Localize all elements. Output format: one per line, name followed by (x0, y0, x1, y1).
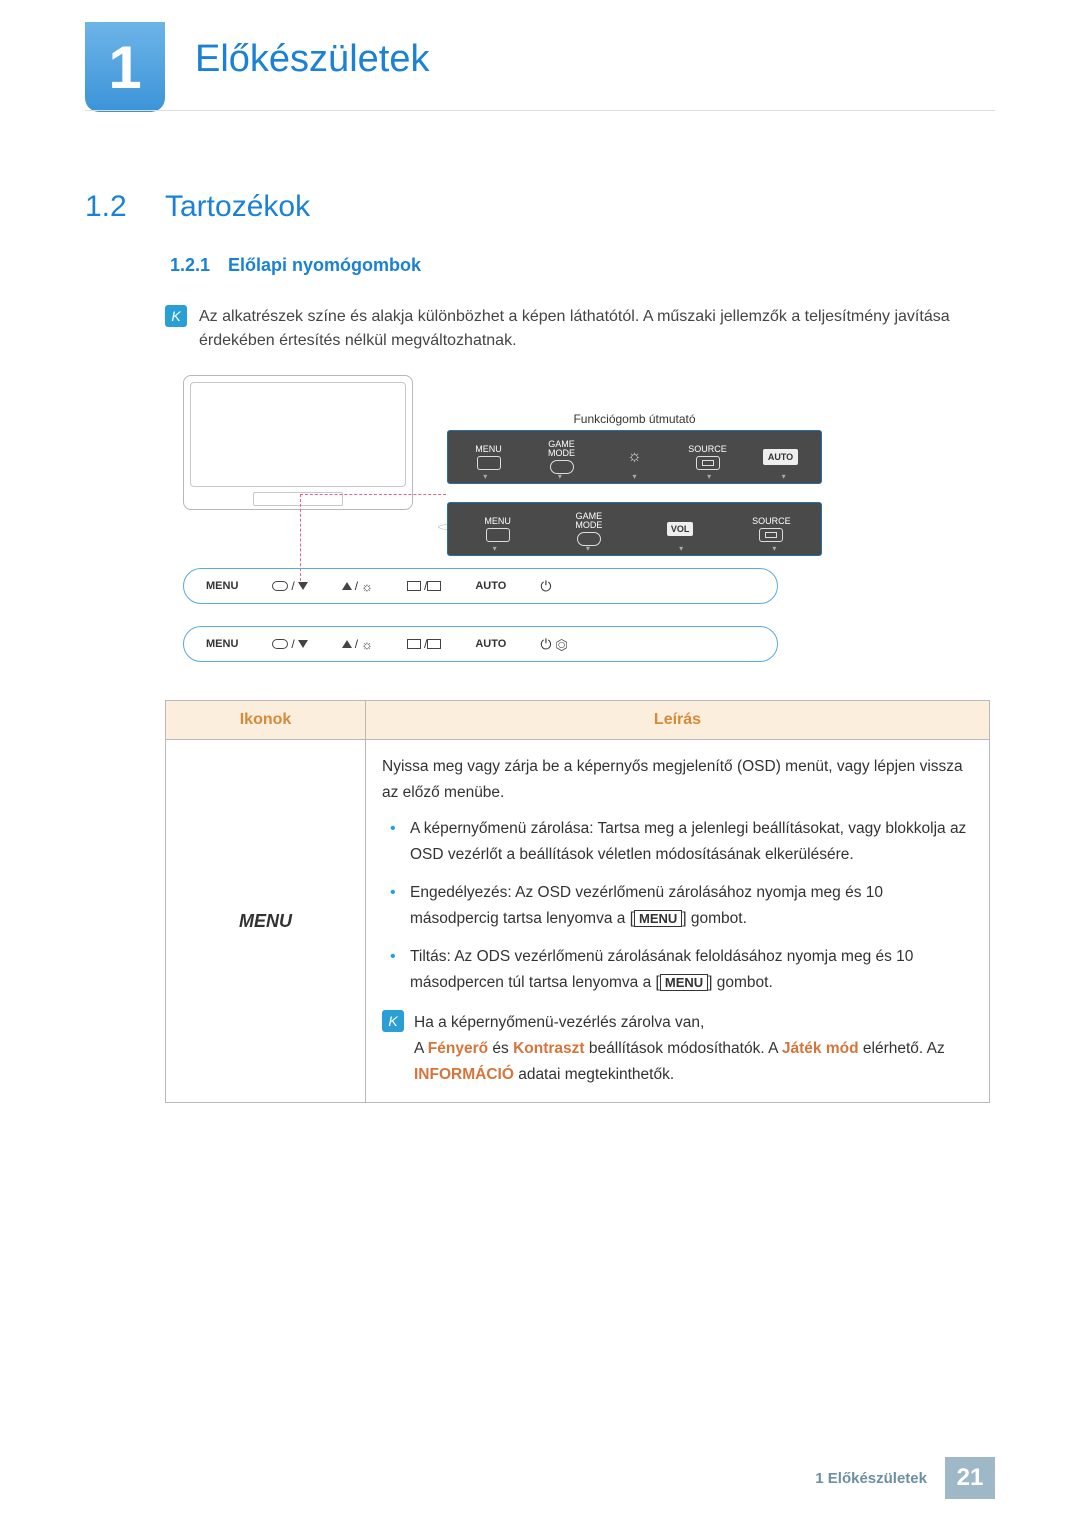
th-icons: Ikonok (166, 701, 366, 740)
icon-cell-menu: MENU (166, 740, 366, 1103)
bar-menu-label: MENU (206, 580, 238, 592)
desc-cell: Nyissa meg vagy zárja be a képernyős meg… (366, 740, 990, 1103)
osd-panels: Funkciógomb útmutató MENU GAME MODE ☼ SO… (447, 412, 822, 574)
menu-icon (477, 456, 501, 470)
section-number: 1.2 (85, 190, 127, 224)
vol-badge: VOL (667, 522, 694, 536)
locked-note: K Ha a képernyőmenü-vezérlés zárolva van… (382, 1010, 973, 1088)
bar-auto-label: AUTO (475, 638, 506, 650)
panel1-menu-label: MENU (475, 445, 502, 454)
note2-line1: Ha a képernyőmenü-vezérlés zárolva van, (414, 1010, 973, 1036)
bar-auto-label: AUTO (475, 580, 506, 592)
game-down-icon: / (272, 637, 307, 651)
game-down-icon: / (272, 579, 307, 593)
subsection-title: Előlapi nyomógombok (228, 255, 421, 276)
up-bright-icon: /☼ (342, 579, 373, 594)
panel2-source-label: SOURCE (752, 517, 791, 526)
source-icon (759, 528, 783, 542)
up-bright-icon: /☼ (342, 637, 373, 652)
note-text: Az alkatrészek színe és alakja különbözh… (199, 305, 990, 353)
dashed-connector (300, 494, 446, 495)
bullet-3: Tiltás: Az ODS vezérlőmenü zárolásának f… (386, 944, 973, 996)
func-guide-label: Funkciógomb útmutató (447, 412, 822, 426)
note-block: K Az alkatrészek színe és alakja különbö… (165, 305, 990, 353)
bullet-2: Engedélyezés: Az OSD vezérlőmenü zárolás… (386, 880, 973, 932)
section-title: Tartozékok (165, 190, 310, 224)
brightness-icon: ☼ (627, 448, 642, 466)
button-bars: MENU / /☼ / AUTO ⏻ MENU / /☼ / AUTO ⏻ ⏣ (183, 568, 778, 684)
panel1-source-label: SOURCE (688, 445, 727, 454)
note-icon: K (382, 1010, 404, 1032)
source-icon (696, 456, 720, 470)
header-rule (85, 110, 995, 111)
panel1-game-label: GAME MODE (548, 440, 575, 458)
auto-badge: AUTO (763, 449, 798, 465)
description-table: Ikonok Leírás MENU Nyissa meg vagy zárja… (165, 700, 990, 1103)
page-footer: 1 Előkészületek 21 (815, 1457, 995, 1499)
bar-menu-label: MENU (206, 638, 238, 650)
osd-panel-2: MENU GAME MODE VOL SOURCE ▾▾▾▾ (447, 502, 822, 556)
chapter-tab: 1 (85, 22, 165, 112)
footer-chapter: 1 Előkészületek (815, 1470, 945, 1487)
osd-panel-1: MENU GAME MODE ☼ SOURCE AUTO ▾▾▾▾▾ (447, 430, 822, 484)
th-desc: Leírás (366, 701, 990, 740)
source-switch-icon: / (407, 637, 441, 651)
chapter-title: Előkészületek (195, 38, 429, 81)
note-icon: K (165, 305, 187, 327)
subsection-number: 1.2.1 (170, 255, 210, 276)
source-switch-icon: / (407, 579, 441, 593)
footer-page-number: 21 (945, 1457, 995, 1499)
monitor-outline (183, 375, 413, 510)
note2-line2: A Fényerő és Kontraszt beállítások módos… (414, 1036, 973, 1088)
button-bar-1: MENU / /☼ / AUTO ⏻ (183, 568, 778, 604)
power-toggle-icon: ⏻ ⏣ (540, 636, 568, 653)
panel2-menu-label: MENU (484, 517, 511, 526)
bullet-1: A képernyőmenü zárolása: Tartsa meg a je… (386, 816, 973, 868)
menu-icon (486, 528, 510, 542)
button-bar-2: MENU / /☼ / AUTO ⏻ ⏣ (183, 626, 778, 662)
power-icon: ⏻ (540, 578, 551, 595)
panel2-game-label: GAME MODE (575, 512, 602, 530)
desc-intro: Nyissa meg vagy zárja be a képernyős meg… (382, 754, 973, 806)
